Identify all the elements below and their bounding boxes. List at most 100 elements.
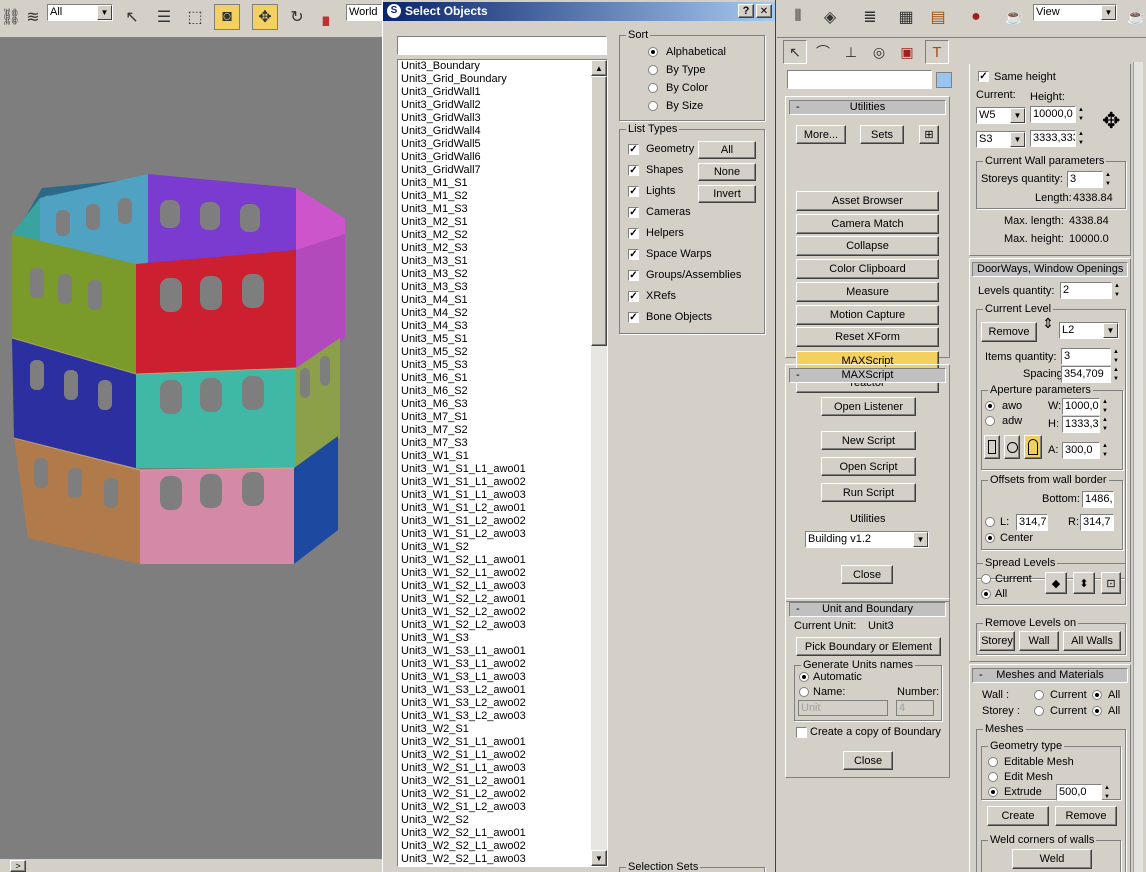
search-input[interactable] (397, 36, 607, 55)
awo-radio[interactable] (985, 401, 995, 411)
invert-button[interactable]: Invert (698, 185, 756, 203)
list-item[interactable]: Unit3_GridWall3 (400, 112, 590, 125)
list-item[interactable]: Unit3_W2_S1_L2_awo01 (400, 775, 590, 788)
run-script-button[interactable]: Run Script (821, 483, 916, 502)
sort-radio[interactable] (648, 65, 658, 75)
storey-height-spinner[interactable]: 3333,333 ▲ ▼ (1030, 130, 1086, 147)
scroll-thumb[interactable] (591, 76, 607, 346)
list-item[interactable]: Unit3_M2_S3 (400, 242, 590, 255)
r-spinner[interactable]: 314,7 (1080, 514, 1114, 531)
name-field[interactable]: Unit (798, 700, 888, 716)
list-item[interactable]: Unit3_W2_S1_L2_awo02 (400, 788, 590, 801)
list-item[interactable]: Unit3_W1_S3_L2_awo03 (400, 710, 590, 723)
object-name-field[interactable] (787, 70, 932, 89)
list-item[interactable]: Unit3_W1_S2_L2_awo02 (400, 606, 590, 619)
list-item[interactable]: Unit3_M4_S3 (400, 320, 590, 333)
list-item[interactable]: Unit3_W1_S3_L1_awo02 (400, 658, 590, 671)
list-item[interactable]: Unit3_M1_S3 (400, 203, 590, 216)
list-item[interactable]: Unit3_W2_S1 (400, 723, 590, 736)
sets-button[interactable]: Sets (860, 125, 904, 144)
sort-radio[interactable] (648, 83, 658, 93)
mesh-wall-all-radio[interactable] (1092, 690, 1102, 700)
open-listener-button[interactable]: Open Listener (821, 397, 916, 416)
utility-button[interactable]: Reset XForm (796, 327, 939, 347)
schematic-view-icon[interactable]: ▤ (925, 4, 951, 30)
utility-button[interactable]: Asset Browser (796, 191, 939, 211)
viewport[interactable] (0, 38, 382, 858)
list-item[interactable]: Unit3_W2_S1_L1_awo01 (400, 736, 590, 749)
list-type-checkbox[interactable]: ✓ (628, 270, 639, 281)
list-item[interactable]: Unit3_W1_S1_L1_awo02 (400, 476, 590, 489)
list-item[interactable]: Unit3_M5_S1 (400, 333, 590, 346)
motion-tab-icon[interactable]: ◎ (867, 40, 891, 64)
meshes-header[interactable]: - Meshes and Materials (972, 668, 1128, 683)
list-item[interactable]: Unit3_W1_S2_L1_awo03 (400, 580, 590, 593)
rectangle-shape-icon[interactable] (984, 435, 1000, 459)
create-mesh-button[interactable]: Create (987, 806, 1049, 826)
close-button[interactable]: ✕ (756, 4, 772, 18)
hierarchy-tab-icon[interactable]: ⊥ (839, 40, 863, 64)
list-item[interactable]: Unit3_W1_S3_L2_awo01 (400, 684, 590, 697)
level-dropdown[interactable]: L2 ▼ (1059, 322, 1119, 339)
items-spinner[interactable]: 3 ▲ ▼ (1061, 348, 1121, 365)
unit-boundary-header[interactable]: - Unit and Boundary (789, 602, 946, 617)
scroll-up-button[interactable]: ▲ (591, 60, 607, 76)
unit-close-button[interactable]: Close (843, 751, 893, 770)
list-item[interactable]: Unit3_W1_S1_L1_awo03 (400, 489, 590, 502)
select-and-rotate-icon[interactable]: ↻ (284, 4, 310, 30)
list-item[interactable]: Unit3_W1_S2 (400, 541, 590, 554)
list-type-checkbox[interactable]: ✓ (628, 291, 639, 302)
list-item[interactable]: Unit3_Grid_Boundary (400, 73, 590, 86)
mesh-storey-current-radio[interactable] (1034, 706, 1044, 716)
levels-spinner[interactable]: 2 ▲ ▼ (1060, 282, 1122, 299)
list-item[interactable]: Unit3_M4_S1 (400, 294, 590, 307)
extrude-radio[interactable] (988, 787, 998, 797)
a-spinner[interactable]: 300,0 ▲ ▼ (1062, 442, 1110, 459)
spacing-spinner[interactable]: 354,709 ▲ ▼ (1061, 366, 1121, 383)
open-script-button[interactable]: Open Script (821, 457, 916, 476)
list-item[interactable]: Unit3_W2_S2_L1_awo01 (400, 827, 590, 840)
list-item[interactable]: Unit3_M5_S3 (400, 359, 590, 372)
doorways-header[interactable]: DoorWays, Window Openings (972, 262, 1128, 277)
circle-shape-icon[interactable] (1004, 435, 1020, 459)
utility-button[interactable]: Measure (796, 282, 939, 302)
display-tab-icon[interactable]: ▣ (895, 40, 919, 64)
lr-radio[interactable] (985, 517, 995, 527)
maxscript-close-button[interactable]: Close (841, 565, 893, 584)
mirror-icon[interactable]: ⫴ (785, 4, 811, 30)
remove-level-button[interactable]: Remove (981, 322, 1037, 342)
utilities-header[interactable]: - Utilities (789, 100, 946, 115)
layer-manager-icon[interactable]: ≣ (857, 4, 883, 30)
storey-dropdown[interactable]: S3 ▼ (976, 131, 1026, 148)
list-item[interactable]: Unit3_W1_S1_L2_awo01 (400, 502, 590, 515)
list-type-checkbox[interactable]: ✓ (628, 249, 639, 260)
list-item[interactable]: Unit3_W1_S1_L1_awo01 (400, 463, 590, 476)
mesh-wall-current-radio[interactable] (1034, 690, 1044, 700)
list-item[interactable]: Unit3_GridWall5 (400, 138, 590, 151)
create-tab-icon[interactable]: ↖ (783, 40, 807, 64)
spread-vertical-icon[interactable]: ⬍ (1073, 572, 1095, 594)
list-item[interactable]: Unit3_M2_S2 (400, 229, 590, 242)
material-editor-icon[interactable]: ● (963, 4, 989, 30)
quick-render-icon[interactable]: ☕ (1123, 4, 1146, 30)
name-radio[interactable] (799, 687, 809, 697)
move-arrows-icon[interactable]: ✥ (1102, 110, 1120, 132)
scroll-down-button[interactable]: ▼ (591, 850, 607, 866)
wall-dropdown[interactable]: W5 ▼ (976, 107, 1026, 124)
new-script-button[interactable]: New Script (821, 431, 916, 450)
render-type-dropdown[interactable]: View ▼ (1033, 4, 1117, 21)
list-item[interactable]: Unit3_M3_S2 (400, 268, 590, 281)
spread-current-radio[interactable] (981, 574, 991, 584)
list-type-checkbox[interactable]: ✓ (628, 165, 639, 176)
utilities-dropdown[interactable]: Building v1.2 ▼ (805, 531, 929, 548)
list-item[interactable]: Unit3_M1_S2 (400, 190, 590, 203)
select-by-name-icon[interactable]: ☰ (151, 4, 177, 30)
all-button[interactable]: All (698, 141, 756, 159)
list-item[interactable]: Unit3_M6_S3 (400, 398, 590, 411)
weld-button[interactable]: Weld (1012, 849, 1092, 869)
reference-coordinate-dropdown[interactable]: World (346, 4, 382, 21)
list-type-checkbox[interactable]: ✓ (628, 144, 639, 155)
automatic-radio[interactable] (799, 672, 809, 682)
list-item[interactable]: Unit3_GridWall1 (400, 86, 590, 99)
utility-button[interactable]: Collapse (796, 236, 939, 256)
